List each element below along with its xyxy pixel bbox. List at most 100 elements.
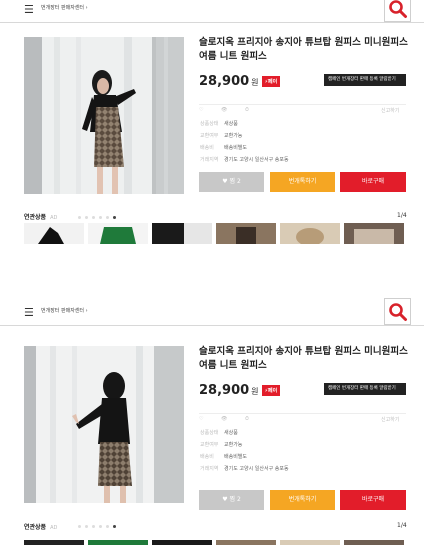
related-label: 연관상품 (24, 214, 47, 221)
search-button[interactable] (384, 298, 411, 325)
thumbnail-image (296, 228, 324, 244)
price-row: 28,900 원 ⚡페이 (199, 70, 281, 89)
report-link[interactable]: 신고하기 (381, 107, 399, 114)
related-label: 연관상품 (24, 524, 47, 531)
related-thumbnail[interactable] (152, 540, 212, 545)
pagination-dot-active[interactable] (113, 525, 116, 528)
search-icon (389, 0, 407, 18)
related-thumbnail[interactable] (280, 540, 340, 545)
pay-badge: ⚡페이 (261, 385, 281, 396)
related-thumbnail[interactable] (152, 223, 212, 244)
info-value: 배송비별도 (224, 145, 248, 151)
info-row: 배송비 배송비별도 (200, 453, 400, 465)
price-currency: 원 (251, 78, 259, 87)
product-title: 슬로지옥 프리지아 송지아 튜브탑 원피스 미니원피스 여름 니트 원피스 (199, 346, 408, 371)
pagination-dot[interactable] (106, 525, 109, 528)
action-buttons: ♥ 찜 2 번개톡하기 바로구매 (199, 490, 406, 510)
product-info: 상품상태 새상품 교환여부 교환가능 배송비 배송비별도 거래지역 경기도 고양시 일산… (200, 429, 400, 477)
related-ad-tag: AD (50, 215, 58, 221)
alert-button[interactable]: 캠페인 번개장터 판매 등록 알림받기 (324, 383, 406, 395)
photo-pagination[interactable] (78, 513, 120, 528)
meta-row: ♡ 👁 ⏱ 신고하기 (199, 413, 406, 423)
pagination-dot[interactable] (78, 216, 81, 219)
menu-icon[interactable]: ☰ (24, 307, 34, 318)
pagination-dot[interactable] (99, 525, 102, 528)
info-value: 새상품 (224, 430, 238, 436)
chat-button[interactable]: 번개톡하기 (270, 490, 335, 510)
product-photo[interactable] (24, 37, 184, 194)
clock-icon: ⏱ (245, 416, 249, 422)
info-key: 배송비 (200, 454, 214, 460)
pagination-dot[interactable] (99, 216, 102, 219)
related-thumbnail[interactable] (88, 223, 148, 244)
info-key: 상품상태 (200, 430, 219, 436)
thumbnail-image (38, 227, 64, 244)
like-button[interactable]: ♥ 찜 2 (199, 490, 264, 510)
pagination-dot[interactable] (92, 525, 95, 528)
related-thumbnail[interactable] (344, 223, 404, 244)
price-value: 28,900 (199, 383, 250, 398)
eye-icon: 👁 (221, 416, 228, 422)
info-key: 배송비 (200, 145, 214, 151)
info-key: 거래지역 (200, 157, 219, 163)
info-key: 교환여부 (200, 442, 219, 448)
pagination-dot[interactable] (85, 525, 88, 528)
buy-now-button[interactable]: 바로구매 (340, 490, 406, 510)
chat-button[interactable]: 번개톡하기 (270, 172, 335, 192)
pagination-dot-active[interactable] (113, 216, 116, 219)
product-photo-image (24, 37, 184, 194)
info-row: 교환여부 교환가능 (200, 132, 400, 144)
info-value: 배송비별도 (224, 454, 248, 460)
heart-icon: ♡ (199, 416, 204, 422)
info-row: 상품상태 새상품 (200, 120, 400, 132)
pagination-dot[interactable] (106, 216, 109, 219)
pay-badge: ⚡페이 (261, 76, 281, 87)
related-thumbnail[interactable] (24, 540, 84, 545)
top-bar: ☰ 번개장터 판매자센터 › (0, 0, 424, 23)
related-products-header: 연관상품 AD (24, 212, 57, 221)
alert-button[interactable]: 캠페인 번개장터 판매 등록 알림받기 (324, 74, 406, 86)
thumbnail-image (100, 227, 136, 244)
related-thumbnail[interactable] (216, 223, 276, 244)
info-value: 새상품 (224, 121, 238, 127)
pagination-dot[interactable] (78, 525, 81, 528)
product-info: 상품상태 새상품 교환여부 교환가능 배송비 배송비별도 거래지역 경기도 고양시 일산… (200, 120, 400, 168)
product-title: 슬로지옥 프리지아 송지아 튜브탑 원피스 미니원피스 여름 니트 원피스 (199, 37, 408, 62)
action-buttons: ♥ 찜 2 번개톡하기 바로구매 (199, 172, 406, 192)
info-key: 거래지역 (200, 466, 219, 472)
related-thumbnail[interactable] (280, 223, 340, 244)
related-pager[interactable]: 1/4 (397, 212, 407, 219)
thumbnail-image (184, 223, 212, 244)
eye-icon: 👁 (221, 107, 228, 113)
photo-pagination[interactable] (78, 204, 120, 219)
breadcrumb[interactable]: 번개장터 판매자센터 › (41, 4, 88, 11)
product-photo[interactable] (24, 346, 184, 503)
related-thumbnail[interactable] (24, 223, 84, 244)
related-thumbnail[interactable] (216, 540, 276, 545)
related-products-header: 연관상품 AD (24, 522, 57, 531)
like-button[interactable]: ♥ 찜 2 (199, 172, 264, 192)
related-ad-tag: AD (50, 525, 58, 531)
info-value: 교환가능 (224, 442, 243, 448)
buy-now-button[interactable]: 바로구매 (340, 172, 406, 192)
price-row: 28,900 원 ⚡페이 (199, 379, 281, 398)
thumbnail-image (236, 227, 256, 244)
price-value: 28,900 (199, 74, 250, 89)
info-value: 교환가능 (224, 133, 243, 139)
menu-icon[interactable]: ☰ (24, 4, 34, 15)
meta-row: ♡ 👁 ⏱ 신고하기 (199, 104, 406, 114)
report-link[interactable]: 신고하기 (381, 416, 399, 423)
related-pager[interactable]: 1/4 (397, 522, 407, 529)
pagination-dot[interactable] (85, 216, 88, 219)
info-row: 배송비 배송비별도 (200, 144, 400, 156)
related-thumbnail[interactable] (88, 540, 148, 545)
thumbnail-image (354, 229, 394, 244)
info-key: 상품상태 (200, 121, 219, 127)
info-value: 경기도 고양시 일산서구 송포동 (224, 466, 289, 472)
product-screenshot-1: ☰ 번개장터 판매자센터 › 슬로지옥 프리지아 송지아 튜브탑 원피스 미니원… (0, 0, 424, 265)
pagination-dot[interactable] (92, 216, 95, 219)
related-thumbnail[interactable] (344, 540, 404, 545)
search-icon (389, 303, 407, 321)
search-button[interactable] (384, 0, 411, 22)
breadcrumb[interactable]: 번개장터 판매자센터 › (41, 307, 88, 314)
